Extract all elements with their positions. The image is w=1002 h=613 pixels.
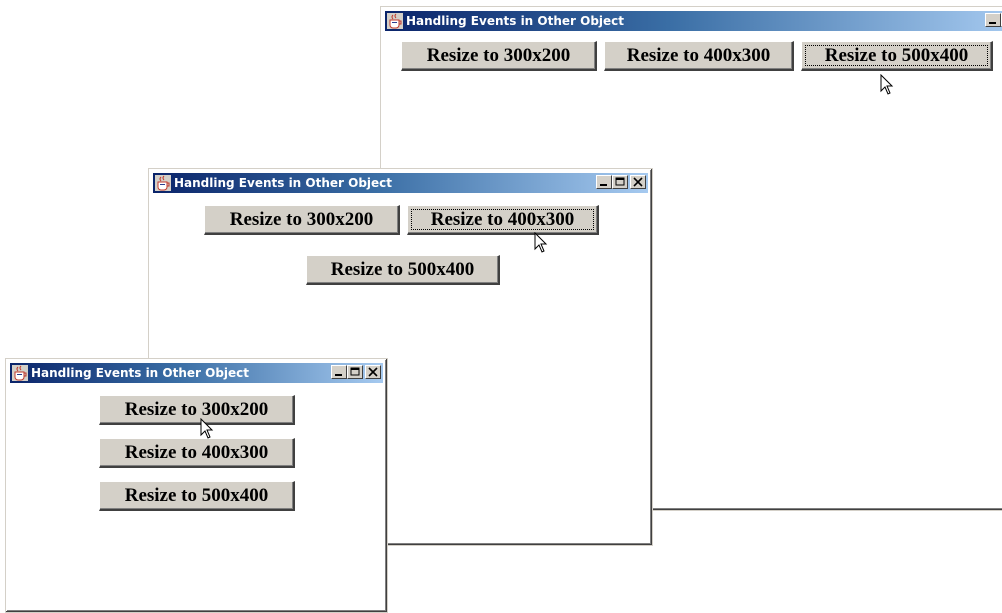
window-300x200: Handling Events in Other Object Resize t… bbox=[5, 358, 388, 613]
minimize-icon[interactable] bbox=[331, 365, 347, 379]
mouse-pointer-icon bbox=[880, 74, 894, 95]
window-controls bbox=[331, 365, 381, 381]
resize-300x200-button[interactable]: Resize to 300x200 bbox=[99, 395, 295, 425]
window-title: Handling Events in Other Object bbox=[406, 14, 625, 28]
mouse-pointer-icon bbox=[534, 232, 548, 253]
resize-400x300-button[interactable]: Resize to 400x300 bbox=[407, 205, 599, 235]
minimize-icon[interactable] bbox=[985, 13, 1001, 27]
resize-400x300-button[interactable]: Resize to 400x300 bbox=[99, 438, 295, 468]
window-title: Handling Events in Other Object bbox=[174, 176, 393, 190]
resize-300x200-button[interactable]: Resize to 300x200 bbox=[204, 205, 400, 235]
mouse-pointer-icon bbox=[200, 418, 214, 439]
java-cup-icon bbox=[12, 365, 28, 381]
window-controls bbox=[985, 13, 1002, 29]
window-controls bbox=[596, 175, 646, 191]
window-titlebar[interactable]: Handling Events in Other Object bbox=[385, 11, 1002, 31]
java-cup-icon bbox=[155, 175, 171, 191]
resize-400x300-button[interactable]: Resize to 400x300 bbox=[604, 41, 794, 71]
java-cup-icon bbox=[387, 13, 403, 29]
window-content: Resize to 300x200 Resize to 400x300 Resi… bbox=[10, 383, 383, 608]
window-titlebar[interactable]: Handling Events in Other Object bbox=[153, 173, 648, 193]
maximize-icon[interactable] bbox=[612, 175, 628, 189]
resize-500x400-button[interactable]: Resize to 500x400 bbox=[99, 481, 295, 511]
close-icon[interactable] bbox=[630, 175, 646, 189]
minimize-icon[interactable] bbox=[596, 175, 612, 189]
window-titlebar[interactable]: Handling Events in Other Object bbox=[10, 363, 383, 383]
resize-500x400-button[interactable]: Resize to 500x400 bbox=[801, 41, 993, 71]
window-title: Handling Events in Other Object bbox=[31, 366, 250, 380]
close-icon[interactable] bbox=[365, 365, 381, 379]
resize-500x400-button[interactable]: Resize to 500x400 bbox=[306, 255, 500, 285]
maximize-icon[interactable] bbox=[347, 365, 363, 379]
resize-300x200-button[interactable]: Resize to 300x200 bbox=[401, 41, 597, 71]
